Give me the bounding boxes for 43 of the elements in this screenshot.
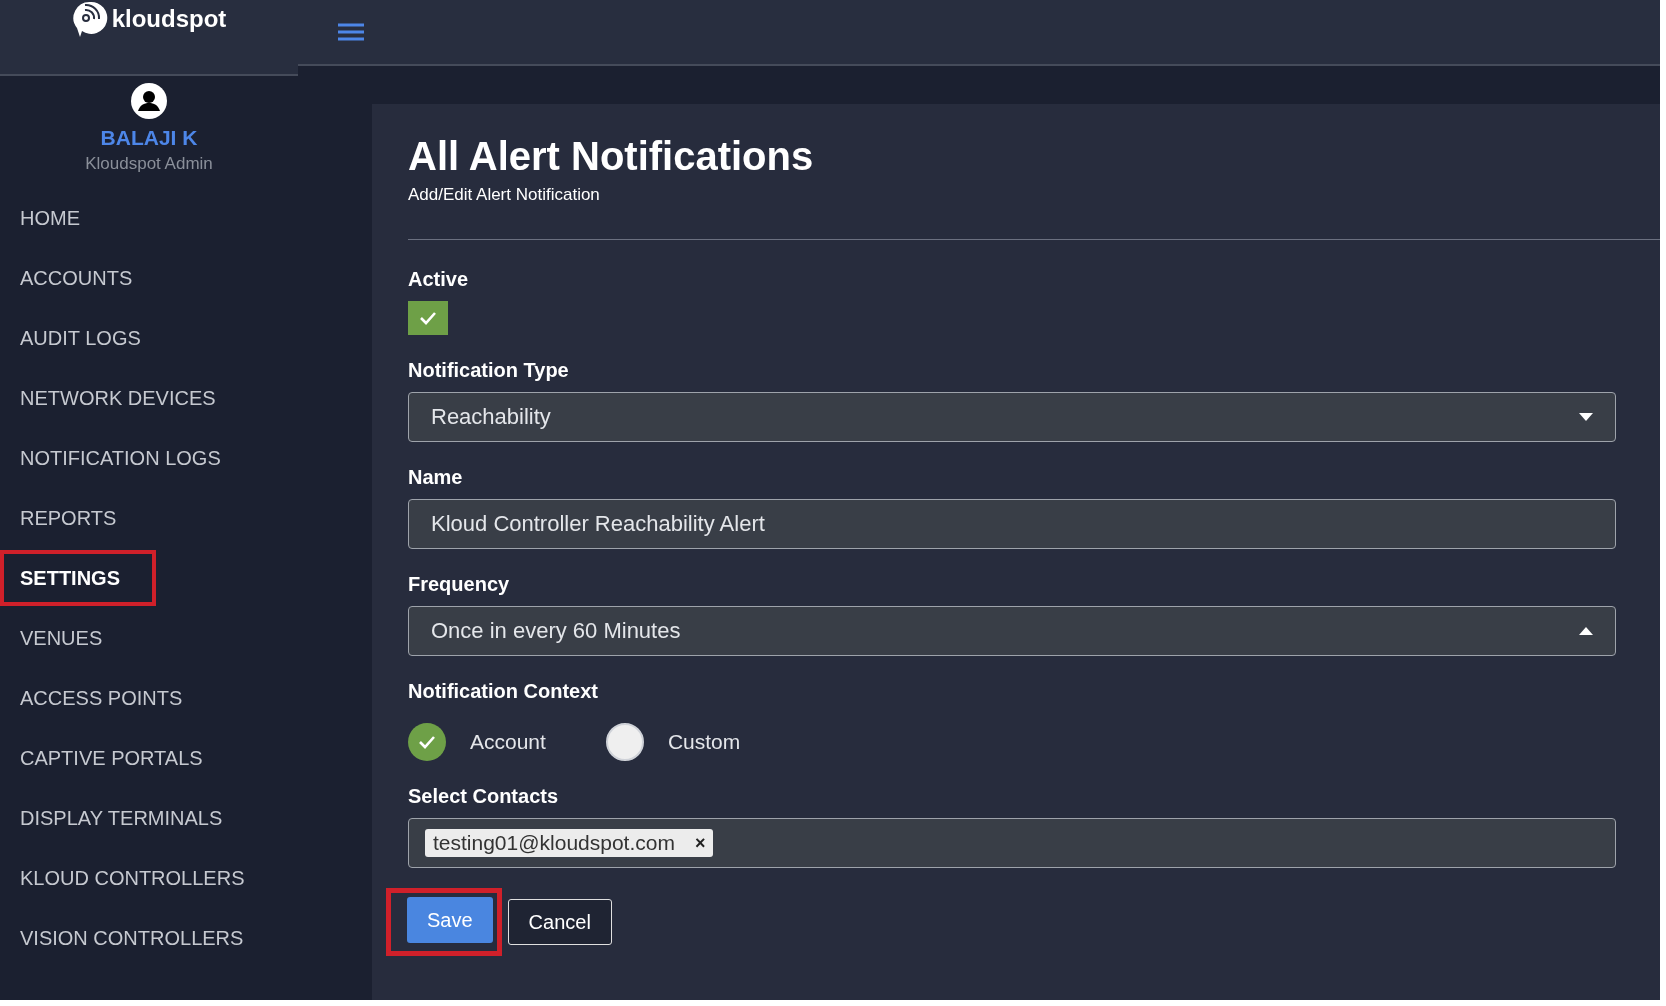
caret-icon: [1579, 413, 1593, 421]
nav-item[interactable]: KLOUD CONTROLLERS: [0, 848, 265, 908]
user-role: Kloudspot Admin: [85, 154, 213, 174]
nav-item[interactable]: AUDIT LOGS: [0, 308, 161, 368]
field-label: Notification Type: [408, 359, 570, 382]
nav-item[interactable]: REPORTS: [0, 488, 137, 548]
name-input[interactable]: Kloud Controller Reachability Alert: [408, 499, 1616, 549]
logo-text: kloudspot: [111, 5, 227, 33]
page-title: All Alert Notifications: [408, 134, 815, 179]
nav-item[interactable]: NOTIFICATION LOGS: [0, 428, 241, 488]
field-label: Notification Context: [408, 680, 599, 703]
radio-button[interactable]: [408, 723, 446, 761]
nav-item[interactable]: DISPLAY TERMINALS: [0, 788, 243, 848]
menu-icon[interactable]: [338, 23, 364, 41]
nav-item[interactable]: VISION CONTROLLERS: [0, 908, 264, 968]
active-checkbox[interactable]: [408, 301, 448, 335]
remove-tag-button[interactable]: ×: [694, 832, 706, 854]
radio-label: Custom: [667, 730, 741, 754]
nav-item[interactable]: SETTINGS: [0, 550, 156, 606]
avatar-icon: [130, 82, 168, 120]
radio-button[interactable]: [605, 723, 644, 761]
select-field[interactable]: Once in every 60 Minutes: [408, 606, 1616, 656]
nav-item[interactable]: ACCOUNTS: [0, 248, 153, 308]
field-label: Frequency: [408, 573, 511, 596]
nav-item[interactable]: HOME: [0, 188, 100, 248]
cancel-button[interactable]: Cancel: [507, 899, 612, 945]
user-name: BALAJI K: [100, 126, 198, 150]
field-label: Select Contacts: [408, 785, 560, 808]
contact-tag: testing01@kloudspot.com: [433, 831, 675, 855]
caret-icon: [1579, 627, 1593, 635]
field-label: Name: [408, 466, 464, 489]
check-icon: [417, 734, 437, 750]
nav-item[interactable]: VENUES: [0, 608, 123, 668]
nav-item[interactable]: CAPTIVE PORTALS: [0, 728, 223, 788]
field-label: Active: [408, 268, 470, 291]
select-field[interactable]: Reachability: [408, 392, 1616, 442]
nav-item[interactable]: NETWORK DEVICES: [0, 368, 236, 428]
save-button[interactable]: Save: [407, 897, 493, 943]
radio-label: Account: [470, 730, 546, 754]
page-subtitle: Add/Edit Alert Notification: [408, 185, 601, 205]
nav-item[interactable]: ACCESS POINTS: [0, 668, 203, 728]
contacts-field[interactable]: testing01@kloudspot.com ×: [408, 818, 1616, 868]
check-icon: [418, 310, 438, 326]
